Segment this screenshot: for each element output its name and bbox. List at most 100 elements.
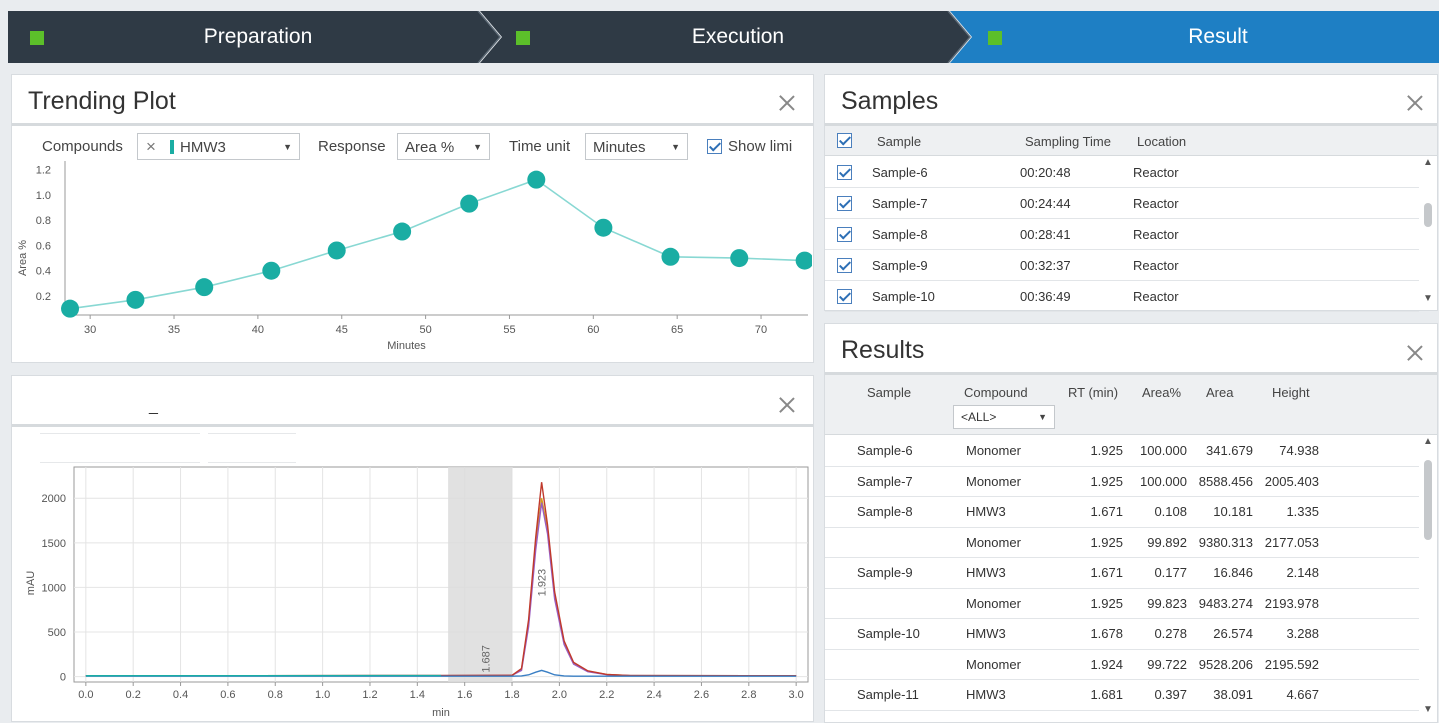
sample-row-checkbox[interactable] (837, 165, 852, 180)
samples-col-location[interactable]: Location (1137, 134, 1186, 149)
result-row[interactable]: Monomer 1.924 99.722 9528.206 2195.592 (825, 650, 1419, 680)
result-row[interactable]: Sample-8 HMW3 1.671 0.108 10.181 1.335 (825, 497, 1419, 528)
chromatogram-close-icon[interactable] (776, 394, 798, 416)
results-col-area[interactable]: Area (1206, 385, 1233, 400)
trend-data-point[interactable] (393, 222, 412, 241)
response-select[interactable]: Area % ▼ (397, 133, 490, 160)
sample-row[interactable]: Sample-6 00:20:48 Reactor (825, 157, 1419, 188)
result-row[interactable]: Sample-7 Monomer 1.925 100.000 8588.456 2005.… (825, 467, 1419, 497)
sample-row-checkbox[interactable] (837, 196, 852, 211)
result-area-pct-cell: 0.177 (1154, 565, 1187, 580)
trending-close-icon[interactable] (776, 92, 798, 114)
step-result-label[interactable]: Result (1078, 11, 1358, 63)
chromatogram-tab-marker[interactable]: _ (149, 398, 158, 416)
sample-name-cell: Sample-8 (872, 227, 928, 242)
sampling-time-cell: 00:28:41 (1020, 227, 1071, 242)
response-value: Area % (405, 139, 455, 156)
step-execution-label[interactable]: Execution (598, 11, 878, 63)
results-col-height[interactable]: Height (1272, 385, 1310, 400)
result-row[interactable]: Sample-10 HMW3 1.678 0.278 26.574 3.288 (825, 619, 1419, 650)
samples-scroll-down-icon[interactable]: ▼ (1421, 293, 1435, 304)
response-dropdown-icon: ▼ (473, 142, 482, 152)
sample-row-checkbox[interactable] (837, 227, 852, 242)
trend-data-point[interactable] (262, 261, 281, 280)
trend-data-point[interactable] (795, 251, 812, 270)
results-title: Results (841, 336, 925, 364)
samples-scroll-thumb[interactable] (1424, 203, 1432, 227)
location-cell: Reactor (1133, 196, 1179, 211)
result-area-cell: 38.091 (1213, 687, 1253, 702)
results-scrollbar[interactable]: ▲ ▼ (1421, 436, 1435, 720)
sample-row-checkbox[interactable] (837, 258, 852, 273)
results-col-compound[interactable]: Compound (964, 385, 1028, 400)
step-preparation-label[interactable]: Preparation (118, 11, 398, 63)
samples-scrollbar[interactable]: ▲ ▼ (1421, 157, 1435, 307)
results-col-sample[interactable]: Sample (867, 385, 911, 400)
result-row[interactable]: Monomer 1.925 99.823 9483.274 2193.978 (825, 589, 1419, 619)
row-divider (825, 709, 1419, 711)
result-compound-cell: Monomer (966, 595, 1021, 611)
result-rt-cell: 1.925 (1090, 443, 1123, 458)
result-row[interactable]: Sample-9 HMW3 1.671 0.177 16.846 2.148 (825, 558, 1419, 589)
sample-row[interactable]: Sample-7 00:24:44 Reactor (825, 188, 1419, 219)
samples-scroll-up-icon[interactable]: ▲ (1421, 157, 1435, 168)
trend-data-point[interactable] (661, 247, 680, 266)
results-scroll-up-icon[interactable]: ▲ (1421, 436, 1435, 447)
chrom-x-tick-label: 2.4 (646, 689, 661, 701)
chromatogram-header-divider (12, 424, 813, 427)
trend-data-point[interactable] (527, 170, 546, 189)
sample-row[interactable]: Sample-9 00:32:37 Reactor (825, 250, 1419, 281)
time-unit-select[interactable]: Minutes ▼ (585, 133, 688, 160)
trend-data-point[interactable] (195, 278, 214, 297)
result-compound-cell: HMW3 (966, 565, 1006, 580)
result-compound-cell: HMW3 (966, 626, 1006, 641)
trend-data-point[interactable] (126, 290, 145, 309)
result-rt-cell: 1.924 (1090, 656, 1123, 672)
trend-x-tick-label: 70 (755, 324, 767, 336)
result-sample-cell: Sample-8 (857, 504, 913, 519)
trend-x-tick-label: 50 (419, 324, 431, 336)
chromatogram-panel: _ 0 500 1000 1500 2000 0.0 0.2 0.4 0.6 0.8 1.0 1.2 1… (11, 375, 814, 722)
result-area-cell: 9528.206 (1198, 656, 1253, 672)
result-row[interactable]: Sample-6 Monomer 1.925 100.000 341.679 74.938 (825, 436, 1419, 467)
trend-x-tick-label: 30 (84, 324, 96, 336)
samples-col-sample[interactable]: Sample (877, 134, 921, 149)
results-col-rt[interactable]: RT (min) (1068, 385, 1118, 400)
sample-row[interactable]: Sample-8 00:28:41 Reactor (825, 219, 1419, 250)
trend-y-tick-label: 0.6 (36, 240, 51, 252)
results-scroll-thumb[interactable] (1424, 460, 1432, 540)
results-close-icon[interactable] (1404, 342, 1426, 364)
chrom-x-tick-label: 0.4 (173, 689, 188, 701)
result-area-pct-cell: 0.108 (1154, 504, 1187, 519)
trend-data-point[interactable] (460, 194, 479, 213)
result-height-cell: 2177.053 (1264, 534, 1319, 550)
result-rt-cell: 1.681 (1090, 687, 1123, 702)
result-row[interactable]: Monomer 1.925 99.892 9380.313 2177.053 (825, 528, 1419, 558)
samples-close-icon[interactable] (1404, 92, 1426, 114)
select-all-samples-checkbox[interactable] (837, 133, 852, 148)
results-scroll-down-icon[interactable]: ▼ (1421, 704, 1435, 715)
wizard-steps: Preparation Execution Result (8, 11, 1439, 63)
sample-row-checkbox[interactable] (837, 289, 852, 304)
trend-data-point[interactable] (327, 241, 346, 260)
sample-name-cell: Sample-6 (872, 165, 928, 180)
time-unit-dropdown-icon: ▼ (671, 142, 680, 152)
results-col-area-pct[interactable]: Area% (1142, 385, 1181, 400)
trend-data-point[interactable] (594, 218, 613, 237)
result-area-pct-cell: 100.000 (1140, 473, 1187, 489)
trend-data-point[interactable] (61, 299, 80, 318)
chrom-x-tick-label: 1.8 (504, 689, 519, 701)
result-area-cell: 9483.274 (1198, 595, 1253, 611)
compound-filter-select[interactable]: <ALL> ▼ (953, 405, 1055, 429)
compounds-select[interactable]: × HMW3 ▼ (137, 133, 300, 160)
trend-data-point[interactable] (730, 249, 749, 268)
result-row[interactable]: Sample-11 HMW3 1.681 0.397 38.091 4.667 (825, 680, 1419, 711)
show-limits-checkbox[interactable] (707, 139, 722, 154)
result-rt-cell: 1.925 (1090, 534, 1123, 550)
samples-col-sampling-time[interactable]: Sampling Time (1025, 134, 1111, 149)
sample-row[interactable]: Sample-10 00:36:49 Reactor (825, 281, 1419, 312)
location-cell: Reactor (1133, 165, 1179, 180)
result-rt-cell: 1.671 (1090, 565, 1123, 580)
result-height-cell: 2193.978 (1264, 595, 1319, 611)
clear-compound-icon[interactable]: × (146, 137, 156, 157)
